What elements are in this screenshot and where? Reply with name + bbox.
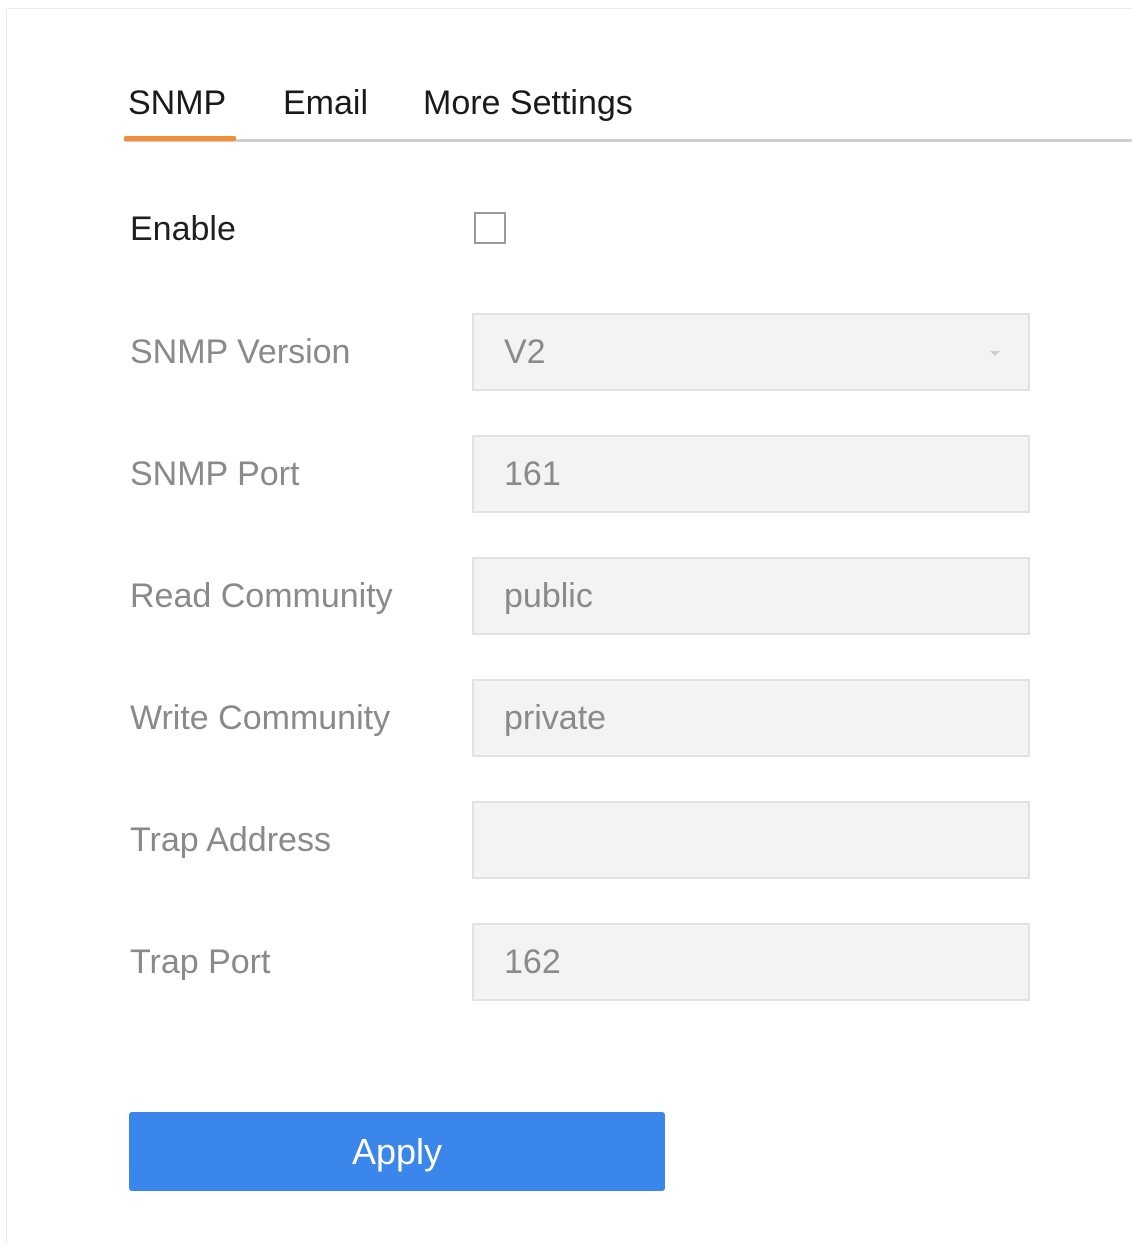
snmp-version-value: V2 — [504, 333, 546, 371]
tab-snmp[interactable]: SNMP — [128, 84, 226, 123]
trap-address-input[interactable] — [472, 801, 1030, 879]
write-community-value: private — [504, 699, 607, 737]
snmp-version-label: SNMP Version — [130, 333, 351, 371]
write-community-label: Write Community — [130, 699, 391, 737]
read-community-label: Read Community — [130, 577, 393, 615]
tab-email[interactable]: Email — [283, 84, 368, 123]
read-community-value: public — [504, 577, 593, 615]
read-community-input[interactable]: public — [472, 557, 1030, 635]
apply-button[interactable]: Apply — [129, 1112, 665, 1191]
chevron-down-icon — [990, 351, 1000, 356]
trap-port-input[interactable]: 162 — [472, 923, 1030, 1001]
trap-address-label: Trap Address — [130, 821, 331, 859]
snmp-port-value: 161 — [504, 455, 561, 493]
write-community-input[interactable]: private — [472, 679, 1030, 757]
tab-divider — [124, 139, 1132, 142]
enable-checkbox[interactable] — [474, 212, 506, 244]
tab-more-settings[interactable]: More Settings — [423, 84, 633, 123]
snmp-port-input[interactable]: 161 — [472, 435, 1030, 513]
active-tab-indicator — [124, 136, 236, 141]
snmp-port-label: SNMP Port — [130, 455, 300, 493]
trap-port-label: Trap Port — [130, 943, 271, 981]
enable-label: Enable — [130, 210, 236, 248]
snmp-version-select[interactable]: V2 — [472, 313, 1030, 391]
tab-bar: SNMP Email More Settings — [124, 74, 1132, 142]
trap-port-value: 162 — [504, 943, 561, 981]
